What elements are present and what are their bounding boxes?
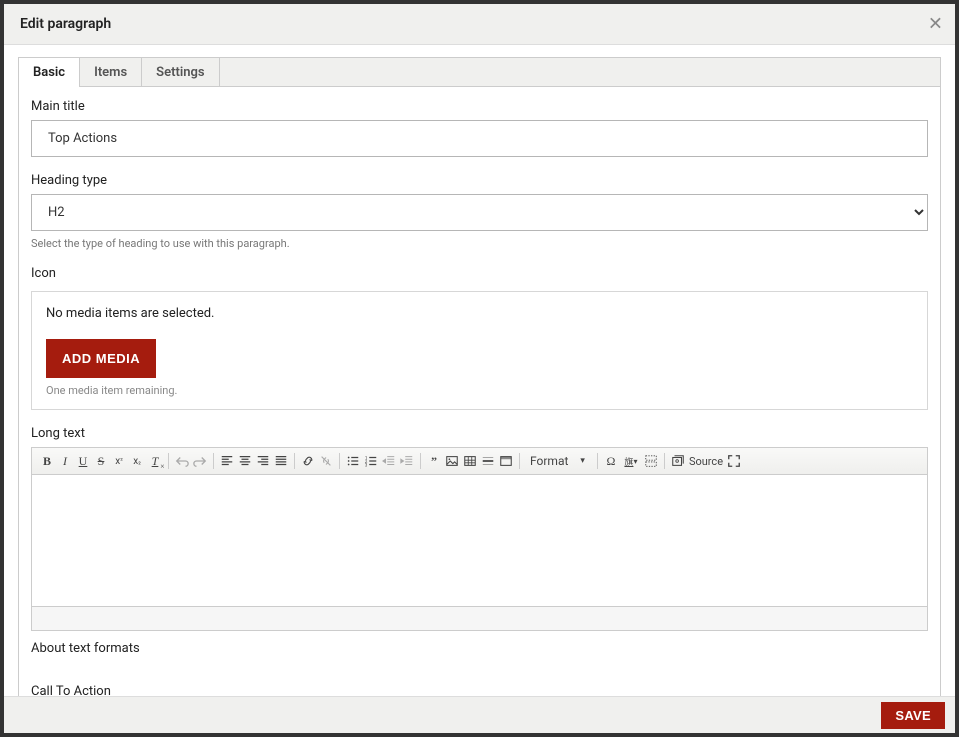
icon-label: Icon (31, 266, 928, 281)
outdent-icon[interactable] (380, 452, 398, 470)
about-text-formats-link[interactable]: About text formats (31, 641, 928, 656)
iframe-icon[interactable] (497, 452, 515, 470)
align-right-icon[interactable] (254, 452, 272, 470)
dialog-scroll[interactable]: Basic Items Settings Main title Heading … (4, 45, 955, 696)
strikethrough-icon[interactable]: S (92, 452, 110, 470)
heading-type-select[interactable]: H2 (31, 194, 928, 231)
dialog-titlebar: Edit paragraph ✕ (4, 4, 955, 45)
add-media-button[interactable]: ADD MEDIA (46, 339, 156, 378)
main-title-input[interactable] (31, 120, 928, 157)
source-button[interactable]: Source (687, 452, 725, 470)
numbered-list-icon[interactable]: 123 (362, 452, 380, 470)
rich-text-editor: B I U S x² x₂ T× (31, 447, 928, 631)
table-icon[interactable] (461, 452, 479, 470)
format-dropdown[interactable]: Format ▾ (526, 454, 591, 468)
dialog-title: Edit paragraph (20, 16, 111, 32)
subscript-icon[interactable]: x₂ (128, 452, 146, 470)
rte-footer (32, 606, 927, 630)
main-title-label: Main title (31, 99, 928, 114)
underline-icon[interactable]: U (74, 452, 92, 470)
heading-type-help: Select the type of heading to use with t… (31, 237, 928, 250)
blockquote-icon[interactable]: ” (425, 452, 443, 470)
remove-format-icon[interactable]: T× (146, 452, 164, 470)
show-blocks-icon[interactable] (642, 452, 660, 470)
toolbar-separator (420, 453, 421, 469)
long-text-label: Long text (31, 426, 928, 441)
bold-icon[interactable]: B (38, 452, 56, 470)
toolbar-separator (597, 453, 598, 469)
close-icon[interactable]: ✕ (928, 14, 943, 35)
tab-basic[interactable]: Basic (19, 58, 80, 86)
bulleted-list-icon[interactable] (344, 452, 362, 470)
source-label: Source (689, 455, 723, 468)
unlink-icon[interactable] (317, 452, 335, 470)
media-empty-text: No media items are selected. (46, 306, 913, 321)
redo-icon[interactable] (191, 452, 209, 470)
format-dropdown-label: Format (530, 454, 568, 468)
toolbar-separator (294, 453, 295, 469)
toolbar-separator (339, 453, 340, 469)
toolbar-separator (519, 453, 520, 469)
tabs: Basic Items Settings (18, 57, 941, 86)
save-button[interactable]: SAVE (881, 702, 945, 729)
icon-media-box: No media items are selected. ADD MEDIA O… (31, 291, 928, 410)
toolbar-separator (213, 453, 214, 469)
special-char-icon[interactable]: Ω (602, 452, 620, 470)
svg-text:3: 3 (365, 463, 368, 468)
dialog-footer: SAVE (4, 696, 955, 733)
language-icon[interactable]: 旗▾ (620, 452, 642, 470)
image-icon[interactable] (443, 452, 461, 470)
superscript-icon[interactable]: x² (110, 452, 128, 470)
italic-icon[interactable]: I (56, 452, 74, 470)
edit-paragraph-dialog: Edit paragraph ✕ Basic Items Settings Ma… (4, 4, 955, 733)
dialog-body: Basic Items Settings Main title Heading … (4, 45, 955, 696)
undo-icon[interactable] (173, 452, 191, 470)
align-center-icon[interactable] (236, 452, 254, 470)
media-library-icon[interactable] (669, 452, 687, 470)
media-remaining-text: One media item remaining. (46, 384, 913, 397)
toolbar-separator (168, 453, 169, 469)
cta-label: Call To Action (31, 684, 928, 696)
align-left-icon[interactable] (218, 452, 236, 470)
chevron-down-icon: ▾ (580, 456, 585, 466)
link-icon[interactable] (299, 452, 317, 470)
rte-content-area[interactable] (32, 475, 927, 606)
maximize-icon[interactable] (725, 452, 743, 470)
horizontal-rule-icon[interactable] (479, 452, 497, 470)
rte-toolbar: B I U S x² x₂ T× (32, 448, 927, 475)
tab-items[interactable]: Items (80, 58, 142, 86)
align-justify-icon[interactable] (272, 452, 290, 470)
toolbar-separator (664, 453, 665, 469)
tab-panel-basic: Main title Heading type H2 Select the ty… (18, 86, 941, 696)
chevron-down-icon: ▾ (633, 457, 637, 466)
tab-settings[interactable]: Settings (142, 58, 219, 86)
heading-type-label: Heading type (31, 173, 928, 188)
indent-icon[interactable] (398, 452, 416, 470)
